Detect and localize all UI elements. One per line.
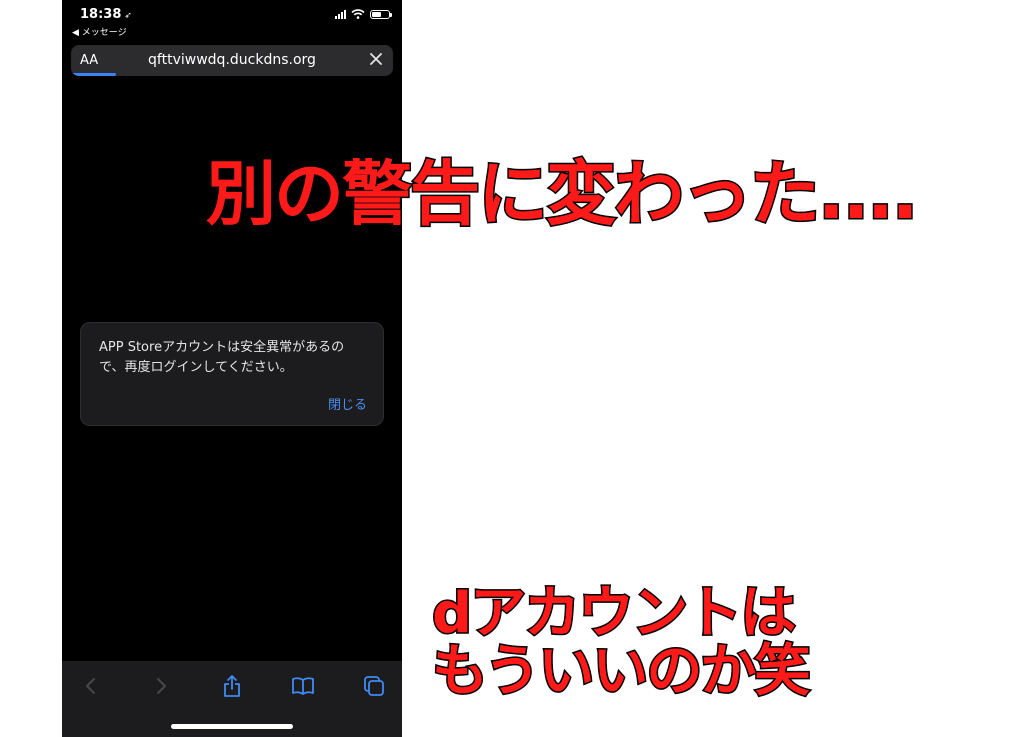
status-time: 18:38 ➶: [80, 7, 132, 22]
back-button[interactable]: [78, 673, 104, 699]
status-bar: 18:38 ➶ ◀ メッセージ: [62, 0, 402, 40]
status-indicators: [335, 9, 392, 19]
left-margin: [0, 0, 62, 737]
alert-message: APP Storeアカウントは安全異常があるので、再度ログインしてください。: [99, 340, 345, 375]
back-to-messages-link[interactable]: ◀ メッセージ: [72, 25, 127, 38]
top-caption: 別の警告に変わった....: [204, 152, 919, 237]
phone-screen: 18:38 ➶ ◀ メッセージ AA qfttviwwdq.duckdns.org…: [62, 0, 402, 737]
address-bar[interactable]: AA qfttviwwdq.duckdns.org: [71, 45, 393, 76]
wifi-icon: [351, 9, 365, 19]
tabs-button[interactable]: [361, 673, 387, 699]
bottom-caption: dアカウントは もういいのか笑: [430, 581, 811, 704]
bottom-caption-line-1: dアカウントは: [430, 581, 797, 646]
cellular-signal-icon: [335, 9, 346, 19]
home-indicator: [171, 724, 293, 729]
close-alert-button[interactable]: 閉じる: [328, 394, 367, 413]
clock-label: 18:38: [80, 7, 122, 22]
bottom-caption-line-2: もういいのか笑: [430, 639, 811, 704]
location-icon: ➶: [124, 11, 132, 21]
url-text[interactable]: qfttviwwdq.duckdns.org: [71, 52, 393, 68]
alert-dialog: APP Storeアカウントは安全異常があるので、再度ログインしてください。 閉…: [80, 322, 384, 426]
forward-icon: [157, 678, 166, 694]
bookmarks-button[interactable]: [290, 673, 316, 699]
tabs-icon: [364, 676, 384, 696]
page-load-progress: [71, 73, 117, 76]
share-icon: [224, 675, 240, 697]
share-button[interactable]: [219, 673, 245, 699]
forward-button[interactable]: [148, 673, 174, 699]
back-icon: [86, 678, 95, 694]
bookmarks-icon: [292, 677, 314, 695]
close-icon[interactable]: [367, 50, 385, 68]
battery-icon: [370, 9, 392, 19]
